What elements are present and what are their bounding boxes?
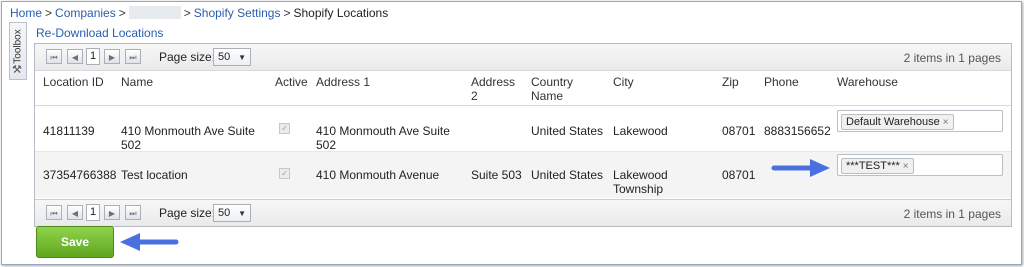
prev-page-icon[interactable]: ◀ [67, 49, 83, 64]
prev-page-icon[interactable]: ◀ [67, 205, 83, 220]
page-size-value: 50 [218, 207, 231, 219]
page-size-label: Page size: [159, 50, 216, 64]
column-header-address-1[interactable]: Address 1 [316, 75, 370, 89]
chevron-down-icon: ▼ [238, 53, 246, 62]
pager-bottom: ⏮ ◀ 1 ▶ ⏭ Page size: 50 ▼ 2 items in 1 p… [35, 199, 1011, 226]
cell-city: Lakewood [613, 124, 668, 138]
locations-grid: ⏮ ◀ 1 ▶ ⏭ Page size: 50 ▼ 2 items in 1 p… [34, 43, 1012, 227]
cell-phone: 8883156652 [764, 124, 831, 138]
next-page-icon[interactable]: ▶ [104, 49, 120, 64]
cell-location-id: 41811139 [43, 124, 95, 138]
cell-country: United States [531, 124, 604, 138]
cell-name: 410 Monmouth Ave Suite 502 [121, 124, 255, 152]
toolbox-label: Toolbox [12, 29, 24, 64]
redownload-locations-link[interactable]: Re-Download Locations [36, 26, 163, 40]
toolbox-tab[interactable]: Toolbox ⚒ [9, 22, 27, 80]
breadcrumb-home[interactable]: Home [10, 6, 42, 20]
pager-top: ⏮ ◀ 1 ▶ ⏭ Page size: 50 ▼ 2 items in 1 p… [35, 44, 1011, 71]
column-header-active[interactable]: Active [275, 75, 308, 89]
warehouse-tag: ***TEST*** × [841, 158, 914, 174]
warehouse-select[interactable]: Default Warehouse × [837, 110, 1003, 132]
save-button[interactable]: Save [36, 226, 114, 258]
page-number-input[interactable]: 1 [86, 48, 100, 65]
last-page-icon[interactable]: ⏭ [125, 205, 141, 220]
active-checkbox[interactable]: ✓ [279, 168, 290, 179]
cell-location-id: 37354766388 [43, 168, 117, 182]
column-header-city[interactable]: City [613, 75, 634, 89]
first-page-icon[interactable]: ⏮ [46, 49, 62, 64]
cell-zip: 08701 [722, 124, 756, 138]
next-page-icon[interactable]: ▶ [104, 205, 120, 220]
cell-name: Test location [121, 168, 188, 182]
breadcrumb-current: Shopify Locations [293, 6, 389, 20]
remove-tag-icon[interactable]: × [943, 117, 949, 128]
warehouse-tag-label: Default Warehouse [846, 116, 940, 128]
last-page-icon[interactable]: ⏭ [125, 49, 141, 64]
breadcrumb-redacted-company [128, 6, 181, 19]
cell-city: Lakewood Township [613, 168, 668, 196]
breadcrumb-separator: > [45, 6, 53, 20]
page-frame: Home > Companies > > Shopify Settings > Shopify… [1, 1, 1022, 265]
table-row: 37354766388 Test location ✓ 410 Monmouth… [35, 152, 1011, 198]
breadcrumb-companies[interactable]: Companies [55, 6, 116, 20]
cell-zip: 08701 [722, 168, 756, 182]
cell-country: United States [531, 168, 604, 182]
active-checkbox[interactable]: ✓ [279, 123, 290, 134]
breadcrumb-shopify-settings[interactable]: Shopify Settings [194, 6, 281, 20]
column-header-warehouse[interactable]: Warehouse [837, 75, 898, 89]
page-number-input[interactable]: 1 [86, 204, 100, 221]
wrench-icon: ⚒ [12, 64, 22, 76]
warehouse-tag-label: ***TEST*** [846, 160, 900, 172]
pager-info: 2 items in 1 pages [903, 51, 1001, 65]
warehouse-tag: Default Warehouse × [841, 114, 954, 130]
cell-address-2: Suite 503 [471, 168, 522, 182]
breadcrumb: Home > Companies > > Shopify Settings > Shopify… [10, 6, 388, 20]
column-header-phone[interactable]: Phone [764, 75, 799, 89]
cell-address-1: 410 Monmouth Avenue [316, 168, 440, 182]
page-size-value: 50 [218, 51, 231, 63]
grid-header: Location ID Name Active Address 1 Addres… [35, 71, 1011, 106]
page-size-select[interactable]: 50 ▼ [213, 48, 251, 66]
column-header-location-id[interactable]: Location ID [43, 75, 104, 89]
breadcrumb-separator: > [118, 6, 126, 20]
page-size-select[interactable]: 50 ▼ [213, 204, 251, 222]
warehouse-select[interactable]: ***TEST*** × [837, 154, 1003, 176]
table-row: 41811139 410 Monmouth Ave Suite 502 ✓ 41… [35, 106, 1011, 152]
breadcrumb-separator: > [283, 6, 291, 20]
remove-tag-icon[interactable]: × [903, 161, 909, 172]
breadcrumb-separator: > [183, 6, 191, 20]
column-header-country-name[interactable]: Country Name [531, 75, 591, 103]
chevron-down-icon: ▼ [238, 209, 246, 218]
first-page-icon[interactable]: ⏮ [46, 205, 62, 220]
column-header-address-2[interactable]: Address 2 [471, 75, 515, 103]
annotation-arrow-left-icon [120, 233, 179, 251]
column-header-zip[interactable]: Zip [722, 75, 739, 89]
cell-address-1: 410 Monmouth Ave Suite 502 [316, 124, 450, 152]
column-header-name[interactable]: Name [121, 75, 153, 89]
page-size-label: Page size: [159, 206, 216, 220]
annotation-arrow-right-icon [771, 159, 830, 177]
pager-info: 2 items in 1 pages [903, 207, 1001, 221]
